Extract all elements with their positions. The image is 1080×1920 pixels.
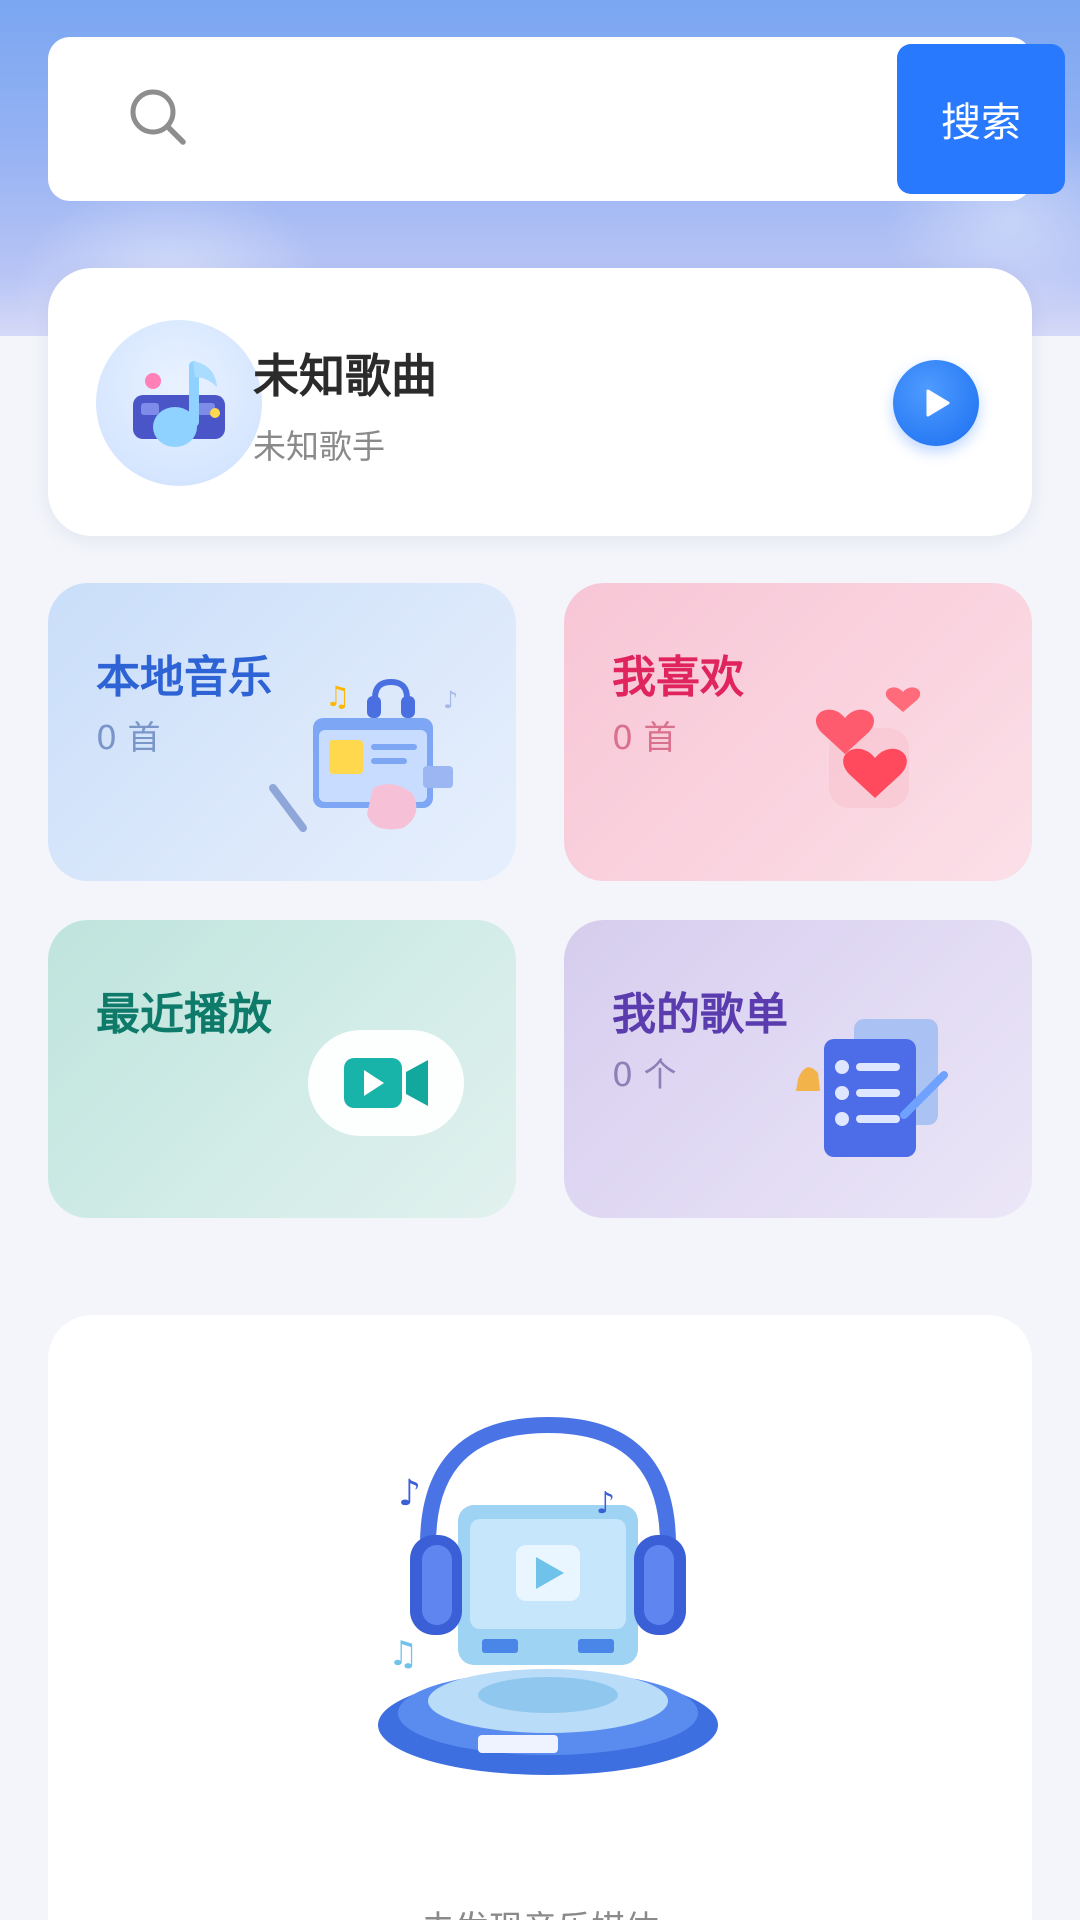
tile-count: 0 首 — [96, 718, 161, 757]
album-cover — [96, 320, 262, 486]
tile-title: 我的歌单 — [612, 989, 788, 1040]
tile-title: 我喜欢 — [612, 652, 744, 703]
tile-recent-plays[interactable]: 最近播放 — [48, 920, 516, 1218]
tile-favorites[interactable]: 我喜欢 0 首 — [564, 583, 1032, 881]
music-player-illustration: ♫ ♪ — [269, 678, 458, 832]
empty-state-message: 未发现音乐媒体 — [48, 1901, 1032, 1920]
music-note-icon — [133, 361, 225, 447]
song-artist: 未知歌手 — [253, 427, 385, 466]
search-bar: 搜索 — [48, 37, 1065, 201]
search-icon — [130, 89, 186, 145]
svg-text:♪: ♪ — [596, 1486, 615, 1521]
music-home-page: 搜索 未知歌曲 未知歌手 本地音乐 0 首 ♫ ♪ 我喜欢 0 首 最近播放 我… — [0, 0, 1080, 1920]
tile-title: 最近播放 — [96, 989, 272, 1040]
empty-state-card: ♪ ♪ ♫ 未发现音乐媒体 — [48, 1315, 1032, 1920]
play-button[interactable] — [893, 360, 979, 446]
tile-my-playlists[interactable]: 我的歌单 0 个 — [564, 920, 1032, 1218]
song-title: 未知歌曲 — [253, 349, 437, 403]
play-icon — [926, 389, 950, 417]
tile-count: 0 个 — [612, 1055, 677, 1094]
hearts-illustration — [815, 687, 921, 808]
svg-text:♫: ♫ — [325, 680, 350, 713]
search-button[interactable]: 搜索 — [897, 44, 1065, 194]
tile-local-music[interactable]: 本地音乐 0 首 ♫ ♪ — [48, 583, 516, 881]
tile-title: 本地音乐 — [96, 652, 272, 703]
svg-text:♪: ♪ — [443, 686, 458, 714]
svg-text:♪: ♪ — [398, 1473, 421, 1514]
playlist-document-illustration — [796, 1019, 948, 1157]
now-playing-card[interactable] — [48, 268, 1032, 536]
tile-count: 0 首 — [612, 718, 677, 757]
headphones-illustration: ♪ ♪ ♫ — [378, 1416, 718, 1775]
svg-text:♫: ♫ — [388, 1634, 418, 1674]
search-input[interactable] — [208, 69, 868, 169]
video-camera-illustration — [308, 1030, 464, 1136]
